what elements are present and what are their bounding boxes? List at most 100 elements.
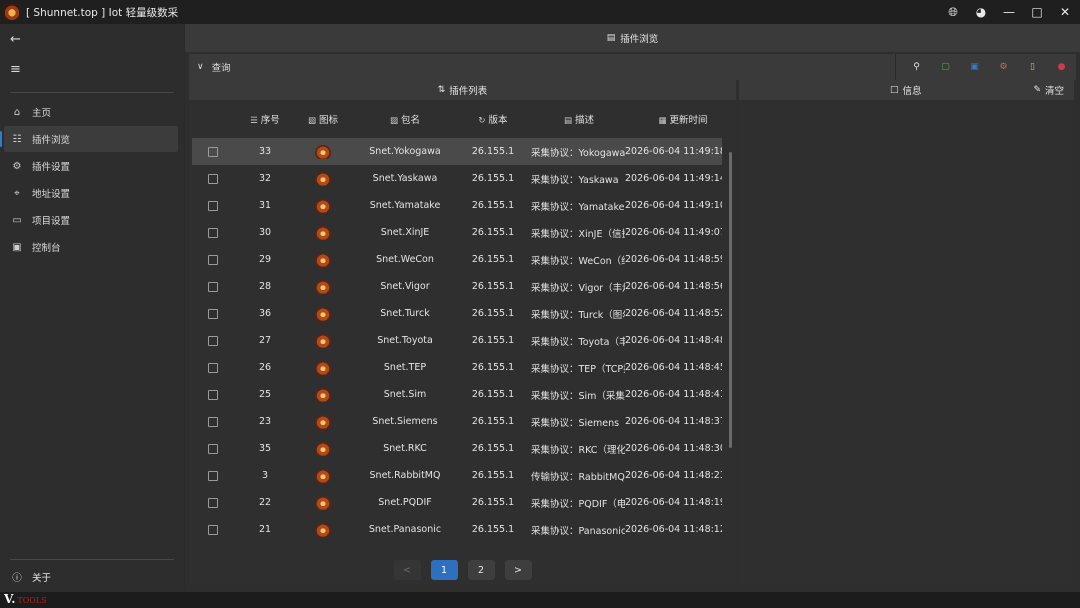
sidebar-item-address-settings[interactable]: ⌖ 地址设置 <box>4 180 178 206</box>
row-updated-time: 2026-06-04 11:48:37 <box>625 416 722 427</box>
sidebar-item-project-settings[interactable]: ▭ 项目设置 <box>4 207 178 233</box>
column-header-icon[interactable]: ▧ 图标 <box>297 112 349 126</box>
menu-icon[interactable]: ≡ <box>0 54 184 84</box>
table-row[interactable]: 29 Snet.WeCon 26.155.1 采集协议：WeCon（维 2026-06-… <box>192 246 722 273</box>
row-checkbox[interactable] <box>207 443 218 454</box>
table-row[interactable]: 28 Snet.Vigor 26.155.1 采集协议：Vigor（丰炜 2026-06… <box>192 273 722 300</box>
info-title-label: 信息 <box>902 86 922 97</box>
search-icon[interactable]: ⚲ <box>902 62 931 72</box>
row-updated-time: 2026-06-04 11:48:45 <box>625 362 722 373</box>
query-toggle[interactable]: ∨ 查询 <box>189 60 231 74</box>
refresh-icon: ↻ <box>478 116 486 126</box>
page-button-2[interactable]: 2 <box>467 560 495 580</box>
row-checkbox[interactable] <box>207 281 218 292</box>
tag-yellow-icon[interactable]: ▯ <box>1018 62 1047 72</box>
row-id: 33 <box>258 146 272 157</box>
row-description: 采集协议：PQDIF（电力 <box>531 498 625 510</box>
row-select-cell <box>192 254 233 265</box>
page-button-1[interactable]: 1 <box>430 560 458 580</box>
row-icon-cell <box>297 414 349 429</box>
table-row[interactable]: 23 Snet.Siemens 26.155.1 采集协议：Siemens（西2026… <box>192 408 722 435</box>
sidebar-item-about[interactable]: ⓘ 关于 <box>4 566 178 588</box>
plugin-settings-icon: ⚙ <box>12 160 22 172</box>
back-icon[interactable]: ← <box>0 24 184 54</box>
column-header-id[interactable]: ☰ 序号 <box>233 112 297 126</box>
column-header-version[interactable]: ↻ 版本 <box>461 112 525 126</box>
table-row[interactable]: 21 Snet.Panasonic 26.155.1 采集协议：Panasonic（2… <box>192 516 722 543</box>
row-description: 传输协议：RabbitMQ（ <box>531 471 625 483</box>
row-package-name: Snet.RabbitMQ <box>369 470 441 481</box>
sidebar-item-plugin-browse[interactable]: ☷ 插件浏览 <box>0 126 178 152</box>
row-checkbox[interactable] <box>207 254 218 265</box>
folder-blue-icon[interactable]: ▣ <box>960 62 989 72</box>
row-checkbox[interactable] <box>207 389 218 400</box>
sidebar-item-plugin-settings[interactable]: ⚙ 插件设置 <box>4 153 178 179</box>
minimize-icon[interactable]: — <box>1002 5 1016 19</box>
vertical-scrollbar[interactable] <box>729 152 732 448</box>
row-package-name: Snet.Panasonic <box>368 524 442 535</box>
row-select-cell <box>192 470 233 481</box>
table-row[interactable]: 30 Snet.XinJE 26.155.1 采集协议：XinJE（信捷 2026-06… <box>192 219 722 246</box>
expand-down-icon: ∨ <box>197 62 204 72</box>
next-page-button[interactable]: > <box>504 560 532 580</box>
row-version: 26.155.1 <box>471 281 515 292</box>
settings-orange-icon[interactable]: ⚙ <box>989 62 1018 72</box>
row-version: 26.155.1 <box>471 443 515 454</box>
row-checkbox[interactable] <box>207 470 218 481</box>
palette-icon[interactable]: ◕ <box>974 5 988 19</box>
row-icon-cell <box>297 522 349 537</box>
message-icon: □ <box>890 85 899 95</box>
row-id: 36 <box>258 308 272 319</box>
clear-label: 清空 <box>1044 86 1064 97</box>
row-checkbox[interactable] <box>207 497 218 508</box>
globe-icon[interactable]: 🌐︎ <box>946 5 960 19</box>
prev-page-button[interactable]: < <box>393 560 421 580</box>
table-row[interactable]: 36 Snet.Turck 26.155.1 采集协议：Turck（图尔 2026-06… <box>192 300 722 327</box>
row-package-name: Snet.TEP <box>383 362 427 373</box>
folder-green-icon[interactable]: ▢ <box>931 62 960 72</box>
table-row[interactable]: 32 Snet.Yaskawa 26.155.1 采集协议：Yaskawa（安2026… <box>192 165 722 192</box>
sidebar-divider <box>10 92 174 93</box>
plugin-logo-icon <box>315 495 331 510</box>
column-header-updated[interactable]: ▦ 更新时间 <box>633 112 733 126</box>
plugin-logo-icon <box>315 387 331 402</box>
row-checkbox[interactable] <box>207 227 218 238</box>
row-checkbox[interactable] <box>207 146 218 157</box>
sidebar-item-home[interactable]: ⌂ 主页 <box>4 99 178 125</box>
column-header-package[interactable]: ▨ 包名 <box>349 112 461 126</box>
row-id: 35 <box>258 443 272 454</box>
table-row[interactable]: 33 Snet.Yokogawa 26.155.1 采集协议：Yokogawa（ 202… <box>192 138 722 165</box>
row-checkbox[interactable] <box>207 416 218 427</box>
row-description: 采集协议：Yamatake（ <box>531 201 625 213</box>
table-header: ☰ 序号 ▧ 图标 ▨ 包名 ↻ 版本 ▤ 描述 ▦ 更新时间 <box>189 100 736 138</box>
table-row[interactable]: 31 Snet.Yamatake 26.155.1 采集协议：Yamatake（ 202… <box>192 192 722 219</box>
row-checkbox[interactable] <box>207 308 218 319</box>
row-select-cell <box>192 335 233 346</box>
column-header-description[interactable]: ▤ 描述 <box>525 112 633 126</box>
watermark-logo: V. TOOLS <box>4 592 47 606</box>
row-checkbox[interactable] <box>207 362 218 373</box>
row-checkbox[interactable] <box>207 173 218 184</box>
row-id: 23 <box>258 416 272 427</box>
row-checkbox[interactable] <box>207 335 218 346</box>
maximize-icon[interactable]: □ <box>1030 5 1044 19</box>
row-checkbox[interactable] <box>207 524 218 535</box>
table-row[interactable]: 3 Snet.RabbitMQ 26.155.1 传输协议：RabbitMQ（ 2026… <box>192 462 722 489</box>
row-updated-time: 2026-06-04 11:48:23 <box>625 470 722 481</box>
table-row[interactable]: 35 Snet.RKC 26.155.1 采集协议：RKC（理化温2026-06-04… <box>192 435 722 462</box>
row-version: 26.155.1 <box>471 146 515 157</box>
row-id: 30 <box>258 227 272 238</box>
table-row[interactable]: 27 Snet.Toyota 26.155.1 采集协议：Toyota（丰田2026-… <box>192 327 722 354</box>
clear-button[interactable]: ✎ 清空 <box>1033 83 1064 97</box>
row-select-cell <box>192 227 233 238</box>
sidebar-item-console[interactable]: ▣ 控制台 <box>4 234 178 260</box>
row-select-cell <box>192 416 233 427</box>
table-row[interactable]: 26 Snet.TEP 26.155.1 采集协议：TEP（TCP扩 2026-06-0… <box>192 354 722 381</box>
stop-red-icon[interactable]: ● <box>1047 62 1076 72</box>
close-icon[interactable]: ✕ <box>1058 5 1072 19</box>
status-bar <box>0 592 1080 608</box>
table-row[interactable]: 25 Snet.Sim 26.155.1 采集协议：Sim（采集模 2026-06-04… <box>192 381 722 408</box>
table-row[interactable]: 22 Snet.PQDIF 26.155.1 采集协议：PQDIF（电力2026-06… <box>192 489 722 516</box>
row-checkbox[interactable] <box>207 200 218 211</box>
plugin-list-header: ⇅ 插件列表 <box>189 80 736 100</box>
